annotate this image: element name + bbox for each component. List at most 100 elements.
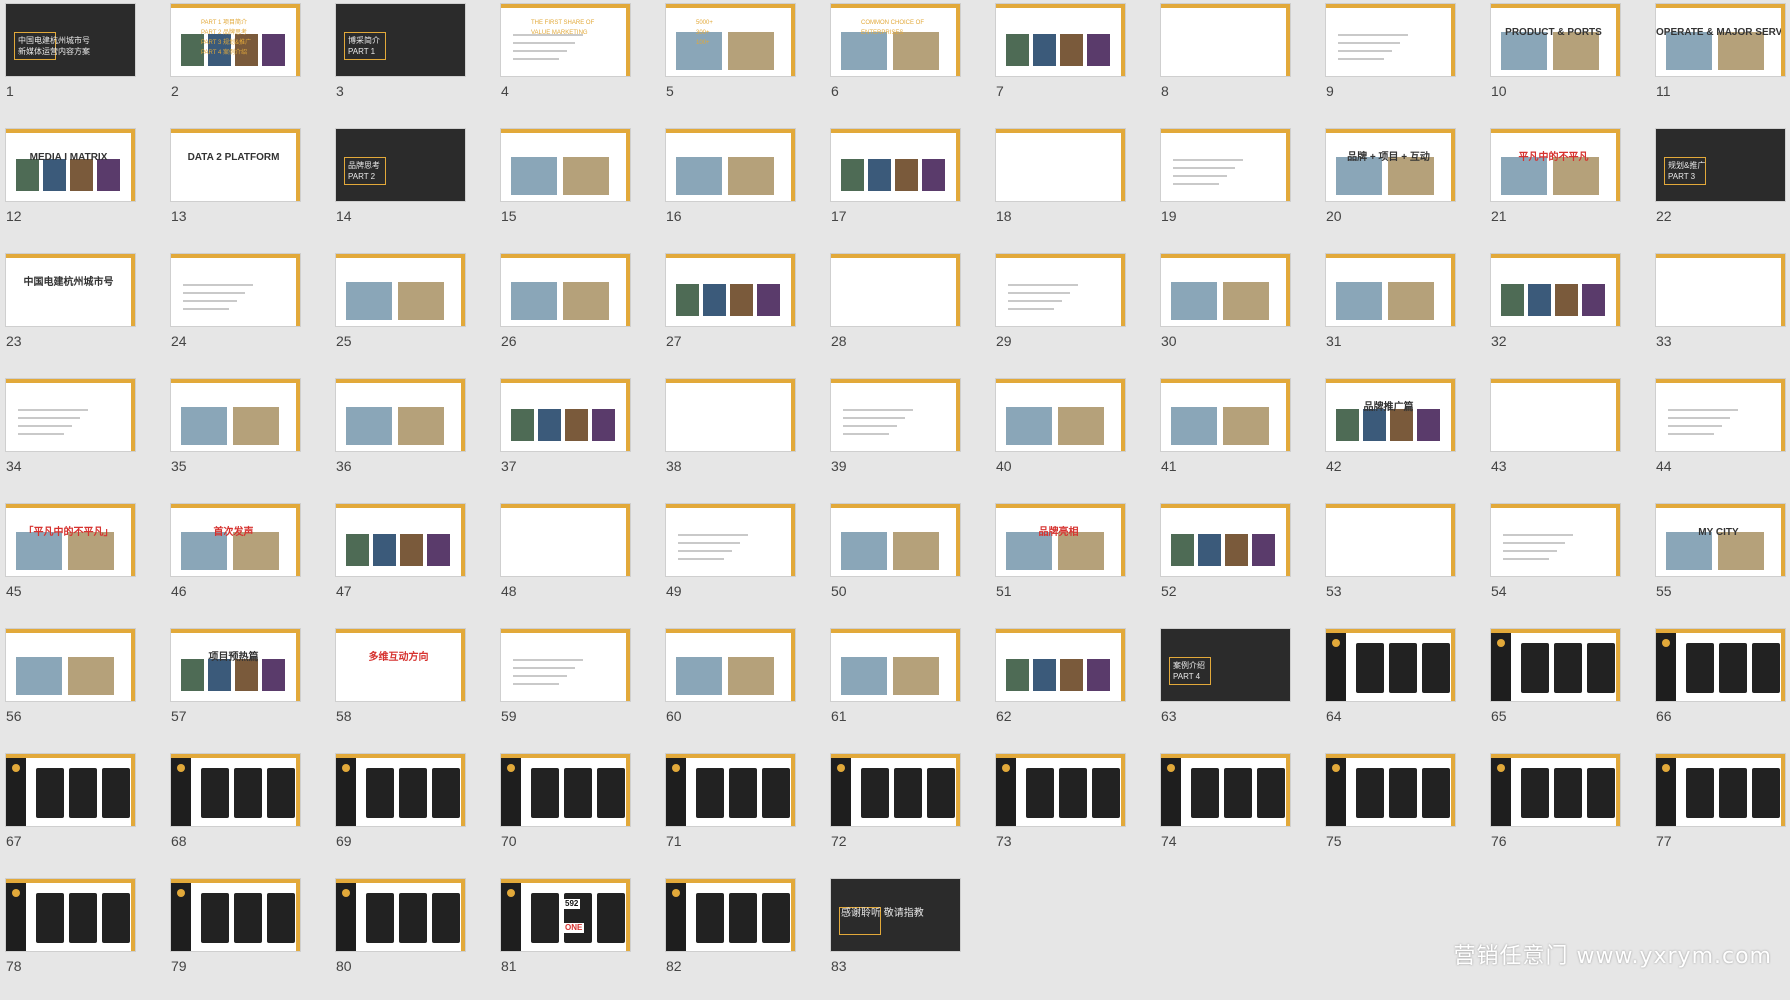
slide-thumbnail[interactable]: 65 [1485,625,1650,750]
slide-thumbnail[interactable]: 62 [990,625,1155,750]
slide-thumbnail[interactable]: PART 1 项目简介 PART 2 品牌思考 PART 3 规划&推广 PART 4… [165,0,330,125]
slide-thumbnail[interactable]: 品牌亮相 51 [990,500,1155,625]
slide-thumbnail[interactable]: 72 [825,750,990,875]
text-line [1503,550,1557,552]
slide-thumbnail[interactable]: 中国电建杭州城市号 23 [0,250,165,375]
slide-thumbnail[interactable]: 52 [1155,500,1320,625]
case-image-block [1422,768,1450,818]
slide-preview [1656,254,1785,326]
slide-thumbnail[interactable]: 35 [165,375,330,500]
slide-preview [831,379,960,451]
slide-thumbnail[interactable]: 78 [0,875,165,1000]
slide-thumbnail[interactable]: 82 [660,875,825,1000]
slide-thumbnail[interactable]: 60 [660,625,825,750]
slide-preview [6,629,135,701]
slide-thumbnail[interactable]: 77 [1650,750,1790,875]
slide-thumbnail[interactable]: 31 [1320,250,1485,375]
slide-thumbnail[interactable]: 博采简介 PART 1 3 [330,0,495,125]
slide-thumbnail[interactable]: 66 [1650,625,1790,750]
slide-thumbnail[interactable]: 25 [330,250,495,375]
slide-thumbnail[interactable]: 61 [825,625,990,750]
slide-thumbnail[interactable]: 平凡中的不平凡 21 [1485,125,1650,250]
slide-thumbnail[interactable]: 54 [1485,500,1650,625]
slide-thumbnail[interactable]: DATA 2 PLATFORM 13 [165,125,330,250]
slide-thumbnail[interactable]: 26 [495,250,660,375]
slide-thumbnail[interactable]: 17 [825,125,990,250]
slide-thumbnail[interactable]: 24 [165,250,330,375]
slide-thumbnail[interactable]: 59 [495,625,660,750]
slide-thumbnail[interactable]: 50 [825,500,990,625]
slide-thumbnail[interactable]: 43 [1485,375,1650,500]
slide-preview: MY CITY [1656,504,1785,576]
slide-thumbnail[interactable]: 27 [660,250,825,375]
slide-thumbnail[interactable]: 53 [1320,500,1485,625]
slide-thumbnail[interactable]: 80 [330,875,495,1000]
slide-preview [831,254,960,326]
case-side-panel [1326,758,1346,826]
slide-thumbnail[interactable]: 47 [330,500,495,625]
slide-thumbnail[interactable]: 33 [1650,250,1790,375]
slide-thumbnail[interactable]: 79 [165,875,330,1000]
slide-thumbnail[interactable]: 多维互动方向 58 [330,625,495,750]
slide-thumbnail[interactable]: 项目预热篇 57 [165,625,330,750]
slide-thumbnail[interactable]: 19 [1155,125,1320,250]
slide-thumbnail[interactable]: 28 [825,250,990,375]
slide-thumbnail[interactable]: MEDIA I MATRIX 12 [0,125,165,250]
slide-thumbnail[interactable]: 37 [495,375,660,500]
slide-thumbnail[interactable]: 38 [660,375,825,500]
slide-number: 51 [996,583,1012,599]
slide-thumbnail[interactable]: 74 [1155,750,1320,875]
slide-thumbnail[interactable]: 品牌推广篇 42 [1320,375,1485,500]
slide-thumbnail[interactable]: 67 [0,750,165,875]
slide-thumbnail[interactable]: 29 [990,250,1155,375]
image-block [1555,284,1578,316]
slide-thumbnail[interactable]: 40 [990,375,1155,500]
slide-thumbnail[interactable]: 48 [495,500,660,625]
slide-thumbnail[interactable]: 案例介绍 PART 4 63 [1155,625,1320,750]
image-block [1225,534,1248,566]
slide-thumbnail[interactable]: 592 ONE 81 [495,875,660,1000]
slide-thumbnail[interactable]: 规划&推广 PART 3 22 [1650,125,1790,250]
slide-thumbnail[interactable]: 39 [825,375,990,500]
slide-thumbnail[interactable]: 9 [1320,0,1485,125]
slide-thumbnail[interactable]: 69 [330,750,495,875]
slide-thumbnail[interactable]: 「平凡中的不平凡」 45 [0,500,165,625]
slide-thumbnail[interactable]: 32 [1485,250,1650,375]
text-line [1008,292,1070,294]
slide-thumbnail[interactable]: 18 [990,125,1155,250]
slide-thumbnail[interactable]: 70 [495,750,660,875]
slide-thumbnail[interactable]: 76 [1485,750,1650,875]
image-block [398,282,444,320]
slide-thumbnail[interactable]: PRODUCT & PORTS 10 [1485,0,1650,125]
case-image-block [597,768,625,818]
slide-preview: 「平凡中的不平凡」 [6,504,135,576]
slide-thumbnail[interactable]: 16 [660,125,825,250]
slide-thumbnail[interactable]: THE FIRST SHARE OF VALUE MARKETING 4 [495,0,660,125]
slide-thumbnail[interactable]: 品牌 + 项目 + 互动 20 [1320,125,1485,250]
slide-thumbnail[interactable]: 5000+ 300+ 100+ 5 [660,0,825,125]
slide-thumbnail[interactable]: OPERATE & MAJOR SERVICES 11 [1650,0,1790,125]
slide-thumbnail[interactable]: 41 [1155,375,1320,500]
slide-preview [1491,504,1620,576]
slide-thumbnail[interactable]: 71 [660,750,825,875]
slide-thumbnail[interactable]: COMMON CHOICE OF ENTERPRISES 6 [825,0,990,125]
slide-thumbnail[interactable]: 品牌思考 PART 2 14 [330,125,495,250]
slide-thumbnail[interactable]: MY CITY 55 [1650,500,1790,625]
slide-thumbnail[interactable]: 7 [990,0,1155,125]
slide-thumbnail[interactable]: 15 [495,125,660,250]
slide-preview [336,254,465,326]
slide-thumbnail[interactable]: 64 [1320,625,1485,750]
slide-thumbnail[interactable]: 73 [990,750,1155,875]
slide-thumbnail[interactable]: 首次发声 46 [165,500,330,625]
slide-thumbnail[interactable]: 36 [330,375,495,500]
slide-thumbnail[interactable]: 44 [1650,375,1790,500]
slide-thumbnail[interactable]: 感谢聆听 敬请指教 83 [825,875,990,1000]
slide-thumbnail[interactable]: 75 [1320,750,1485,875]
slide-thumbnail[interactable]: 8 [1155,0,1320,125]
slide-thumbnail[interactable]: 49 [660,500,825,625]
slide-thumbnail[interactable]: 34 [0,375,165,500]
slide-thumbnail[interactable]: 68 [165,750,330,875]
slide-thumbnail[interactable]: 56 [0,625,165,750]
slide-thumbnail[interactable]: 30 [1155,250,1320,375]
slide-thumbnail[interactable]: 中国电建杭州城市号 新媒体运营内容方案 1 [0,0,165,125]
